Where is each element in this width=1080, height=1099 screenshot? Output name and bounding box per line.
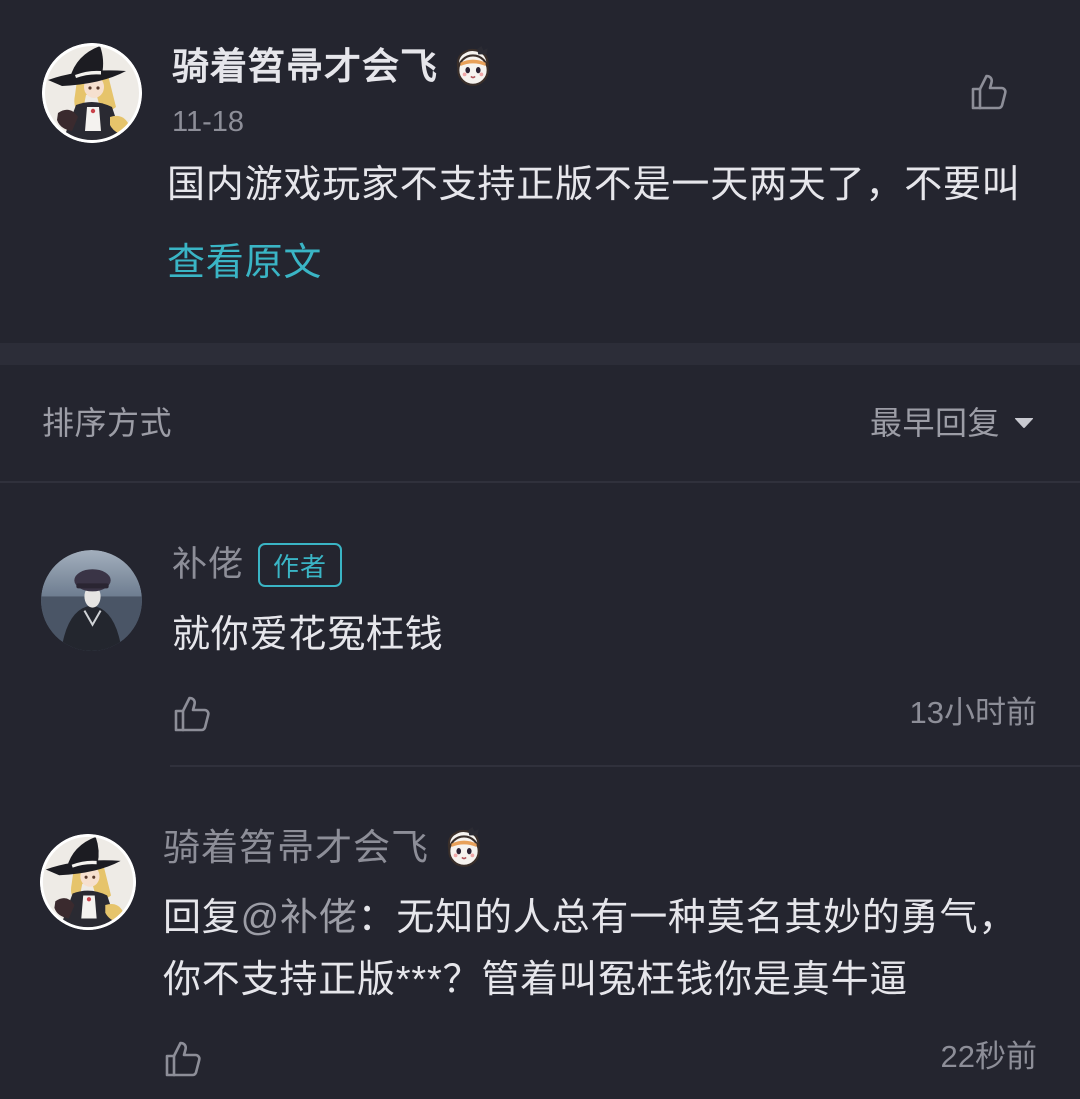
reply-body: ：无知的人总有一种莫名其妙的勇气，: [357, 897, 1018, 939]
author-badge: 作者: [258, 543, 343, 587]
sort-label: 排序方式: [42, 405, 173, 441]
witch-girl-avatar-image: [40, 834, 136, 930]
comment-detail-screen: 骑着笤帚才会飞 11-18 国内游戏玩家不支持正版不是一天两天了，不要叫 查看原…: [0, 0, 1080, 1099]
like-button[interactable]: [969, 72, 1009, 112]
reply-text: 回复@补佬：无知的人总有一种莫名其妙的勇气， 你不支持正版***？管着叫冤枉钱你…: [163, 887, 1063, 1011]
divider: [170, 765, 1080, 767]
reply-text: 就你爱花冤枉钱: [172, 614, 444, 656]
reply-text-line: 回复@补佬：无知的人总有一种莫名其妙的勇气，: [163, 887, 1063, 949]
thumbs-up-icon[interactable]: [163, 1039, 203, 1079]
section-separator: [0, 343, 1080, 365]
author-name[interactable]: 骑着笤帚才会飞: [163, 826, 429, 870]
post-date: 11-18: [172, 106, 245, 138]
caret-down-icon[interactable]: [1014, 417, 1034, 429]
author-row: 骑着笤帚才会飞: [172, 45, 494, 89]
avatar[interactable]: [40, 834, 136, 930]
witch-girl-avatar-image: [42, 43, 142, 143]
author-row: 骑着笤帚才会飞: [163, 826, 485, 870]
divider: [0, 481, 1080, 483]
thumbs-up-icon[interactable]: [969, 72, 1009, 112]
avatar[interactable]: [41, 550, 142, 651]
reply-text-line: 你不支持正版***？管着叫冤枉钱你是真牛逼: [163, 959, 909, 1001]
avatar[interactable]: [42, 43, 142, 143]
like-button[interactable]: [172, 694, 212, 734]
reply-time: 13小时前: [909, 695, 1037, 730]
mention-link[interactable]: @补佬: [241, 897, 358, 939]
comment-text: 国内游戏玩家不支持正版不是一天两天了，不要叫: [167, 164, 1021, 206]
reply-prefix: 回复: [163, 897, 241, 939]
view-original-link[interactable]: 查看原文: [167, 238, 322, 288]
like-button[interactable]: [163, 1039, 203, 1079]
reply-time: 22秒前: [940, 1039, 1037, 1074]
hooded-figure-avatar-image: [41, 550, 142, 651]
chibi-face-icon: [443, 827, 485, 869]
sort-dropdown[interactable]: 最早回复: [870, 403, 1034, 443]
thumbs-up-icon[interactable]: [172, 694, 212, 734]
sort-selected-value[interactable]: 最早回复: [870, 403, 1000, 443]
author-row: 补佬 作者: [172, 543, 343, 587]
author-name[interactable]: 补佬: [172, 543, 244, 587]
chibi-face-icon: [452, 46, 494, 88]
author-name[interactable]: 骑着笤帚才会飞: [172, 45, 438, 89]
